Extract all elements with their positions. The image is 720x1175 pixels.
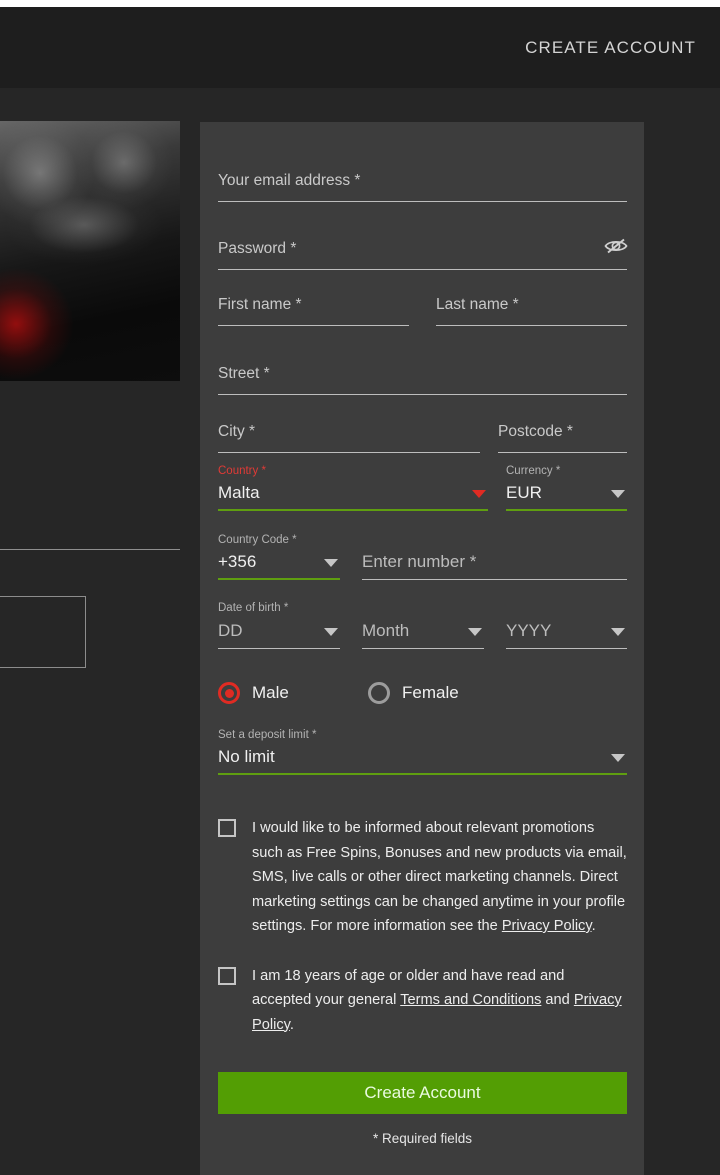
left-divider xyxy=(0,549,180,550)
create-account-page: CREATE ACCOUNT ds! Your email address * … xyxy=(0,0,720,1175)
dob-year-underline xyxy=(506,648,627,649)
email-label: Your email address * xyxy=(218,172,361,189)
phone-number-label: Enter number * xyxy=(362,552,477,571)
gender-male-label: Male xyxy=(252,683,289,702)
city-postcode-row: City * Postcode * xyxy=(218,395,627,453)
privacy-policy-link[interactable]: Privacy Policy xyxy=(502,918,592,934)
postcode-field[interactable]: Postcode * xyxy=(498,395,627,453)
name-row: First name * Last name * xyxy=(218,270,627,326)
page-header: CREATE ACCOUNT xyxy=(0,7,720,88)
country-value: Malta xyxy=(218,483,260,502)
radio-female-icon xyxy=(368,682,390,704)
last-name-label: Last name * xyxy=(436,296,519,313)
promo-image xyxy=(0,121,180,381)
postcode-label: Postcode * xyxy=(498,423,573,440)
terms-consent-checkbox[interactable] xyxy=(218,966,236,985)
currency-select[interactable]: Currency * EUR xyxy=(506,465,627,511)
marketing-consent-text-part1: I would like to be informed about releva… xyxy=(252,820,627,934)
country-label: Country * xyxy=(218,465,266,477)
marketing-consent-row: I would like to be informed about releva… xyxy=(218,816,627,939)
country-code-value: +356 xyxy=(218,552,257,571)
left-text-fragment: ds! xyxy=(0,481,1,499)
date-of-birth-group: Date of birth * DD Month YYYY xyxy=(218,602,627,649)
top-white-strip xyxy=(0,0,720,7)
registration-form-card: Your email address * Password * First na… xyxy=(200,122,644,1175)
marketing-consent-checkbox[interactable] xyxy=(218,819,236,837)
password-label: Password * xyxy=(218,240,297,257)
submit-area: Create Account * Required fields xyxy=(218,1072,627,1146)
dob-month-value: Month xyxy=(362,621,410,640)
phone-number-field[interactable]: Enter number * xyxy=(362,534,627,580)
country-underline xyxy=(218,509,488,511)
currency-value: EUR xyxy=(506,483,542,502)
deposit-limit-select[interactable]: Set a deposit limit * No limit xyxy=(218,729,627,775)
form-body: Your email address * Password * First na… xyxy=(218,146,629,1146)
gender-radio-female[interactable]: Female xyxy=(368,682,459,704)
first-name-label: First name * xyxy=(218,296,302,313)
page-title: CREATE ACCOUNT xyxy=(525,38,696,57)
dob-month-underline xyxy=(362,648,484,649)
street-label: Street * xyxy=(218,365,270,382)
currency-underline xyxy=(506,509,627,511)
country-code-label: Country Code * xyxy=(218,534,297,546)
dob-day-underline xyxy=(218,648,340,649)
gender-radio-male[interactable]: Male xyxy=(218,682,368,704)
deposit-limit-value: No limit xyxy=(218,747,275,766)
city-field[interactable]: City * xyxy=(218,395,480,453)
email-field[interactable]: Your email address * xyxy=(218,146,627,202)
phone-row: Country Code * +356 Enter number * xyxy=(218,534,627,580)
terms-and-conditions-link[interactable]: Terms and Conditions xyxy=(400,992,541,1008)
date-of-birth-row: DD Month YYYY xyxy=(218,617,627,649)
dob-year-value: YYYY xyxy=(506,621,552,640)
dob-day-select[interactable]: DD xyxy=(218,617,340,649)
street-field[interactable]: Street * xyxy=(218,326,627,395)
gender-female-label: Female xyxy=(402,683,459,702)
city-underline xyxy=(218,452,480,453)
chevron-down-icon[interactable] xyxy=(611,490,625,498)
currency-label: Currency * xyxy=(506,465,561,477)
marketing-consent-text: I would like to be informed about releva… xyxy=(252,816,627,939)
postcode-underline xyxy=(498,452,627,453)
dob-year-select[interactable]: YYYY xyxy=(506,617,627,649)
chevron-down-icon[interactable] xyxy=(611,754,625,762)
eye-off-icon[interactable] xyxy=(603,236,629,256)
marketing-consent-text-part2: . xyxy=(591,918,596,934)
terms-consent-text: I am 18 years of age or older and have r… xyxy=(252,964,627,1038)
terms-consent-text-part3: . xyxy=(289,1016,294,1033)
country-select[interactable]: Country * Malta xyxy=(218,465,488,511)
terms-consent-text-part2: and xyxy=(541,992,574,1008)
country-code-underline xyxy=(218,578,340,580)
country-code-select[interactable]: Country Code * +356 xyxy=(218,534,340,580)
terms-consent-row: I am 18 years of age or older and have r… xyxy=(218,964,627,1038)
left-bordered-box[interactable] xyxy=(0,596,86,668)
dob-day-value: DD xyxy=(218,621,243,640)
phone-number-underline xyxy=(362,579,627,580)
chevron-down-icon[interactable] xyxy=(472,490,486,498)
chevron-down-icon[interactable] xyxy=(468,628,482,636)
chevron-down-icon[interactable] xyxy=(611,628,625,636)
create-account-button[interactable]: Create Account xyxy=(218,1072,627,1114)
dob-month-select[interactable]: Month xyxy=(362,617,484,649)
password-field[interactable]: Password * xyxy=(218,202,629,270)
country-currency-row: Country * Malta Currency * EUR xyxy=(218,465,627,511)
required-fields-note: * Required fields xyxy=(372,1131,473,1146)
date-of-birth-label: Date of birth * xyxy=(218,602,289,614)
last-name-field[interactable]: Last name * xyxy=(436,270,627,326)
gender-group: Male Female xyxy=(218,673,627,713)
first-name-field[interactable]: First name * xyxy=(218,270,409,326)
left-promo-column: ds! xyxy=(0,88,180,1175)
chevron-down-icon[interactable] xyxy=(324,559,338,567)
deposit-limit-underline xyxy=(218,773,627,775)
deposit-limit-label: Set a deposit limit * xyxy=(218,729,317,741)
chevron-down-icon[interactable] xyxy=(324,628,338,636)
radio-male-icon xyxy=(218,682,240,704)
city-label: City * xyxy=(218,423,256,440)
